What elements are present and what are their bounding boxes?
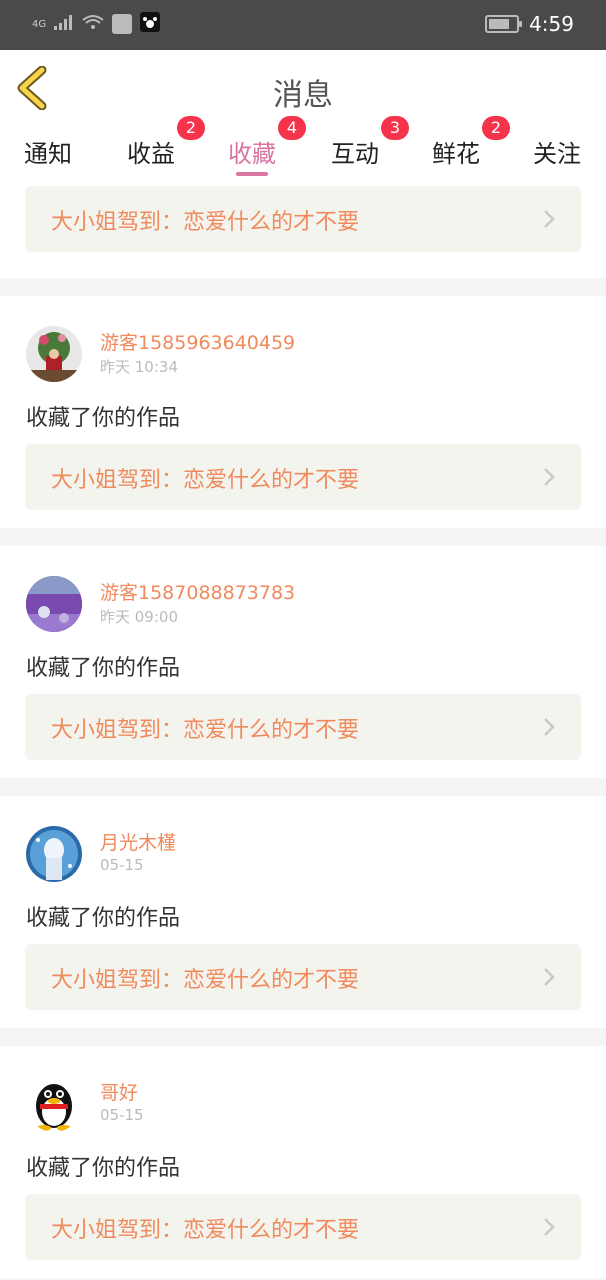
wifi-icon	[82, 14, 104, 34]
tab-follow[interactable]: 关注	[533, 134, 581, 169]
list-item-top-work: 大小姐驾到：恋爱什么的才不要	[0, 178, 606, 278]
message-time: 昨天 09:00	[100, 608, 178, 626]
message-text: 收藏了你的作品	[26, 406, 181, 431]
chevron-right-icon	[544, 718, 555, 736]
tab-label: 鲜花	[432, 140, 480, 168]
tab-label: 互动	[331, 140, 379, 168]
username[interactable]: 游客1585963640459	[100, 328, 295, 355]
avatar[interactable]	[26, 826, 82, 882]
tab-flowers[interactable]: 鲜花 2	[432, 116, 510, 169]
tab-badge: 2	[482, 116, 510, 140]
message-text: 收藏了你的作品	[26, 906, 181, 931]
tab-label: 关注	[533, 140, 581, 168]
paw-app-icon	[140, 12, 161, 36]
avatar[interactable]	[26, 326, 82, 382]
chevron-right-icon	[544, 210, 555, 228]
work-link[interactable]: 大小姐驾到：恋爱什么的才不要	[25, 1194, 581, 1260]
username[interactable]: 哥好	[100, 1078, 138, 1105]
network-label: 4G	[32, 18, 47, 30]
avatar[interactable]	[26, 1076, 82, 1132]
work-title: 大小姐驾到：恋爱什么的才不要	[51, 1218, 360, 1243]
avatar[interactable]	[26, 576, 82, 632]
message-time: 昨天 10:34	[100, 358, 178, 376]
chevron-right-icon	[544, 1218, 555, 1236]
status-left: 4G	[32, 12, 161, 36]
message-list[interactable]: 大小姐驾到：恋爱什么的才不要 游客1585963640459 昨天 10:34 …	[0, 178, 606, 1280]
work-link[interactable]: 大小姐驾到：恋爱什么的才不要	[25, 944, 581, 1010]
tab-label: 收益	[127, 140, 175, 168]
header: 消息	[0, 50, 606, 127]
status-time: 4:59	[529, 12, 574, 36]
battery-icon	[485, 15, 523, 33]
message-text: 收藏了你的作品	[26, 656, 181, 681]
username[interactable]: 游客1587088873783	[100, 578, 295, 605]
message-text: 收藏了你的作品	[26, 1156, 181, 1181]
tab-earnings[interactable]: 收益 2	[127, 116, 205, 169]
work-link[interactable]: 大小姐驾到：恋爱什么的才不要	[25, 186, 581, 252]
work-link[interactable]: 大小姐驾到：恋爱什么的才不要	[25, 694, 581, 760]
list-item: 月光木槿 05-15 收藏了你的作品 大小姐驾到：恋爱什么的才不要	[0, 796, 606, 1028]
tab-favorites[interactable]: 收藏 4	[228, 116, 306, 169]
list-item: 哥好 05-15 收藏了你的作品 大小姐驾到：恋爱什么的才不要	[0, 1046, 606, 1278]
work-title: 大小姐驾到：恋爱什么的才不要	[51, 468, 360, 493]
tab-label: 收藏	[228, 140, 276, 168]
status-right: 4:59	[485, 12, 574, 36]
status-bar: 4G 4:59	[0, 0, 606, 50]
notification-app-icon	[112, 14, 133, 34]
tab-badge: 4	[278, 116, 306, 140]
tab-badge: 2	[177, 116, 205, 140]
username[interactable]: 月光木槿	[100, 828, 176, 855]
page-title: 消息	[273, 78, 333, 113]
list-item: 游客1587088873783 昨天 09:00 收藏了你的作品 大小姐驾到：恋…	[0, 546, 606, 778]
tab-label: 通知	[24, 140, 72, 168]
tab-notice[interactable]: 通知	[24, 134, 72, 169]
work-title: 大小姐驾到：恋爱什么的才不要	[51, 968, 360, 993]
signal-icon	[54, 14, 74, 34]
message-time: 05-15	[100, 1106, 144, 1124]
tab-badge: 3	[381, 116, 409, 140]
list-item: 游客1585963640459 昨天 10:34 收藏了你的作品 大小姐驾到：恋…	[0, 296, 606, 528]
work-link[interactable]: 大小姐驾到：恋爱什么的才不要	[25, 444, 581, 510]
chevron-right-icon	[544, 968, 555, 986]
work-title: 大小姐驾到：恋爱什么的才不要	[51, 210, 360, 235]
chevron-right-icon	[544, 468, 555, 486]
active-tab-indicator	[236, 172, 268, 176]
tab-interaction[interactable]: 互动 3	[331, 116, 409, 169]
work-title: 大小姐驾到：恋爱什么的才不要	[51, 718, 360, 743]
tab-bar: 通知 收益 2 收藏 4 互动 3 鲜花 2 关注	[0, 116, 606, 178]
message-time: 05-15	[100, 856, 144, 874]
